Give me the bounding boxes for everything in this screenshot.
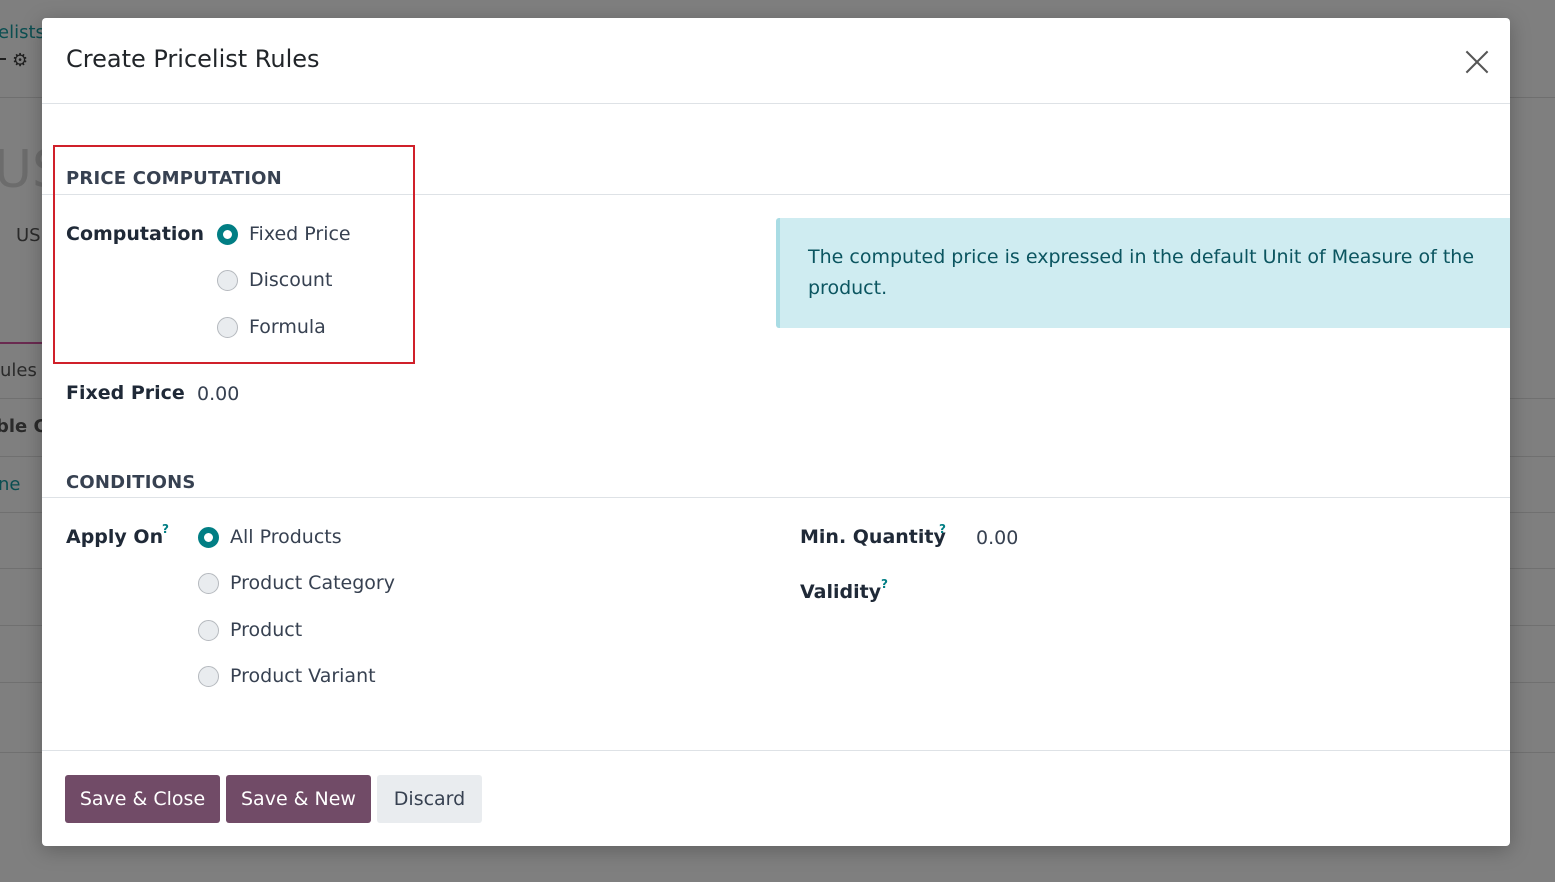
computation-label: Computation [66,223,205,245]
computation-option-label: Fixed Price [249,223,351,245]
section-divider [42,194,1510,195]
apply-on-option-product-category[interactable]: Product Category [198,570,395,596]
background-link: ne [0,474,21,495]
price-computation-heading: PRICE COMPUTATION [66,168,282,189]
help-icon[interactable]: ? [939,522,946,536]
radio-unchecked-icon[interactable] [217,316,238,338]
radio-checked-icon[interactable] [198,526,219,548]
apply-on-option-product[interactable]: Product [198,617,302,643]
background-breadcrumb: elists [0,22,45,43]
create-pricelist-rules-dialog: Create Pricelist Rules PRICE COMPUTATION… [42,18,1510,846]
caret-icon [0,58,6,60]
apply-on-option-label: Product Variant [230,665,376,687]
conditions-heading: CONDITIONS [66,472,196,493]
apply-on-option-label: Product [230,619,303,641]
gear-icon: ⚙ [12,50,29,71]
radio-unchecked-icon[interactable] [198,619,219,641]
min-quantity-label: Min. Quantity [800,526,946,548]
computation-option-formula[interactable]: Formula [217,314,326,340]
save-new-button[interactable]: Save & New [226,775,371,823]
min-quantity-input[interactable]: 0.00 [976,527,1018,549]
save-close-button[interactable]: Save & Close [65,775,220,823]
radio-checked-icon[interactable] [217,223,238,245]
radio-unchecked-icon[interactable] [217,269,238,291]
radio-unchecked-icon[interactable] [198,665,219,687]
computation-option-fixed-price[interactable]: Fixed Price [217,221,351,247]
computation-option-label: Formula [249,316,326,338]
computation-option-discount[interactable]: Discount [217,267,332,293]
fixed-price-label: Fixed Price [66,382,185,404]
apply-on-option-label: All Products [230,526,342,548]
background-tab-indicator [0,342,42,344]
apply-on-option-all-products[interactable]: All Products [198,524,342,550]
section-divider [42,497,1510,498]
background-column-header: ble C [0,416,47,437]
modal-footer: Save & Close Save & New Discard [42,750,1510,846]
apply-on-label: Apply On [66,526,164,548]
help-icon[interactable]: ? [881,577,888,591]
help-icon[interactable]: ? [162,522,169,536]
modal-title: Create Pricelist Rules [66,45,320,73]
modal-header: Create Pricelist Rules [42,18,1510,104]
close-icon[interactable] [1460,45,1494,79]
fixed-price-input[interactable]: 0.00 [197,383,239,405]
computation-option-label: Discount [249,269,333,291]
validity-label: Validity [800,581,882,603]
uom-info-alert: The computed price is expressed in the d… [776,218,1510,328]
background-currency: US [16,225,41,246]
discard-button[interactable]: Discard [377,775,482,823]
apply-on-option-label: Product Category [230,572,395,594]
radio-unchecked-icon[interactable] [198,572,219,594]
apply-on-option-product-variant[interactable]: Product Variant [198,663,376,689]
uom-info-text: The computed price is expressed in the d… [808,246,1475,299]
background-tab: ules [0,360,37,381]
